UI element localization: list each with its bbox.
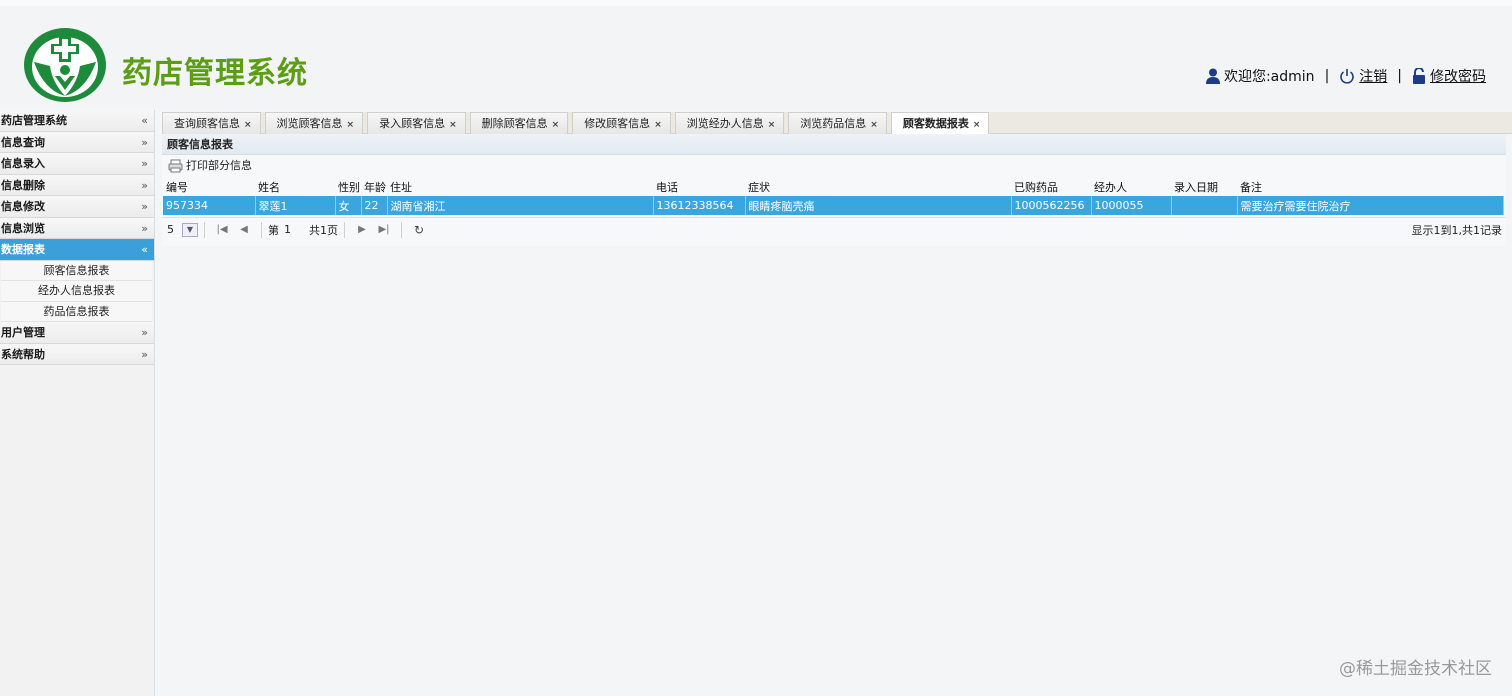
column-header[interactable]: 住址 [387, 177, 653, 196]
sidebar-item-query[interactable]: 信息查询» [0, 131, 154, 153]
close-icon[interactable]: × [449, 120, 457, 130]
close-icon[interactable]: × [870, 120, 878, 130]
close-icon[interactable]: × [654, 120, 662, 130]
separator: | [1397, 68, 1402, 84]
sidebar-item-reports[interactable]: 数据报表 « [0, 239, 154, 261]
table-cell[interactable]: 翠莲1 [255, 196, 336, 215]
sidebar-subitem-agent-report[interactable]: 经办人信息报表 [1, 281, 152, 302]
chevron-down-icon: » [141, 326, 148, 340]
power-icon[interactable] [1339, 68, 1355, 84]
next-page-icon[interactable]: ▶ [354, 224, 370, 235]
printer-icon[interactable] [168, 159, 183, 173]
divider [344, 221, 345, 238]
last-page-icon[interactable]: ▶| [376, 224, 392, 235]
refresh-icon[interactable]: ↻ [411, 223, 427, 237]
chevron-down-icon: » [141, 347, 148, 361]
table-cell[interactable]: 眼睛疼脑壳痛 [745, 196, 1012, 215]
sidebar-item-help[interactable]: 系统帮助» [0, 343, 154, 366]
table-cell[interactable]: 13612338564 [653, 196, 746, 215]
page-size-select[interactable]: 5 ▼ [167, 222, 198, 238]
sidebar-item-delete[interactable]: 信息删除» [0, 174, 154, 196]
watermark: @稀土掘金技术社区 [1339, 659, 1492, 679]
tab-customer-report[interactable]: 顾客数据报表 × [890, 112, 990, 134]
chevron-down-icon[interactable]: ▼ [182, 222, 198, 237]
chevron-down-icon: » [141, 135, 148, 149]
pharmacy-logo [24, 28, 106, 102]
logout-link[interactable]: 注销 [1359, 66, 1387, 86]
tab-bar: 查询顾客信息 × 浏览顾客信息 × 录入顾客信息 × 删除顾客信息 × 修改顾客信息 × … [162, 112, 1512, 134]
sidebar: 药店管理系统 « 信息查询» 信息录入» 信息删除» 信息修改» 信息浏览» 数据… [0, 110, 155, 696]
divider [261, 221, 262, 238]
collapse-icon[interactable]: « [141, 110, 148, 131]
column-header[interactable]: 编号 [163, 177, 255, 196]
page-prefix: 第 [268, 223, 279, 237]
chevron-down-icon: » [141, 178, 148, 192]
user-icon [1205, 68, 1220, 84]
customer-table: 编号 姓名 性别 年龄 住址 电话 症状 已购药品 经办人 录入日期 备注 95… [163, 177, 1504, 215]
sidebar-item-users[interactable]: 用户管理» [0, 322, 154, 344]
print-button[interactable]: 打印部分信息 [186, 155, 252, 177]
column-header[interactable]: 备注 [1237, 177, 1503, 196]
table-cell[interactable]: 957334 [163, 196, 256, 215]
column-header[interactable]: 电话 [653, 177, 745, 196]
sidebar-item-root[interactable]: 药店管理系统 « [0, 110, 154, 132]
table-cell[interactable] [1171, 196, 1238, 215]
column-header[interactable]: 经办人 [1091, 177, 1171, 196]
total-pages: 共1页 [309, 223, 338, 237]
change-password-link[interactable]: 修改密码 [1430, 66, 1486, 86]
separator: | [1324, 68, 1330, 84]
tab-delete-customer[interactable]: 删除顾客信息 × [469, 112, 569, 134]
chevron-down-icon: » [141, 221, 148, 235]
sidebar-subitem-drug-report[interactable]: 药品信息报表 [1, 301, 152, 323]
table-cell[interactable]: 1000562256 [1011, 196, 1092, 215]
sidebar-item-entry[interactable]: 信息录入» [0, 153, 154, 175]
system-title: 药店管理系统 [122, 56, 308, 91]
chevron-up-icon: « [141, 243, 148, 256]
page-number-input[interactable]: 1 [279, 223, 309, 236]
table-row[interactable]: 957334 翠莲1 女 22 湖南省湘江 13612338564 眼睛疼脑壳痛… [163, 196, 1504, 215]
tab-query-customer[interactable]: 查询顾客信息 × [162, 112, 261, 134]
page-size-value: 5 [167, 223, 174, 236]
chevron-down-icon: » [141, 200, 148, 213]
table-cell[interactable]: 湖南省湘江 [387, 196, 654, 215]
table-cell[interactable]: 1000055 [1091, 196, 1172, 215]
table-header-row: 编号 姓名 性别 年龄 住址 电话 症状 已购药品 经办人 录入日期 备注 [163, 177, 1503, 196]
pagination-bar: 5 ▼ |◀ ◀ 第 1 共1页 ▶ ▶| ↻ 显示1到1,共1记录 [162, 217, 1506, 241]
prev-page-icon[interactable]: ◀ [236, 224, 252, 235]
tab-browse-customer[interactable]: 浏览顾客信息 × [264, 112, 364, 134]
column-header[interactable]: 录入日期 [1171, 177, 1237, 196]
chevron-down-icon: » [141, 157, 148, 170]
record-summary: 显示1到1,共1记录 [1411, 223, 1503, 237]
column-header[interactable]: 已购药品 [1011, 177, 1091, 196]
column-header[interactable]: 性别 [335, 177, 361, 196]
table-cell[interactable]: 22 [361, 196, 388, 215]
sidebar-subitem-customer-report[interactable]: 顾客信息报表 [1, 260, 152, 282]
unlock-icon[interactable] [1412, 68, 1426, 84]
sidebar-item-browse[interactable]: 信息浏览» [0, 217, 154, 239]
column-header[interactable]: 年龄 [361, 177, 387, 196]
panel-title: 顾客信息报表 [162, 134, 1506, 155]
tab-browse-agent[interactable]: 浏览经办人信息 × [674, 112, 785, 134]
divider [401, 221, 402, 238]
column-header[interactable]: 症状 [745, 177, 1011, 196]
first-page-icon[interactable]: |◀ [214, 224, 230, 235]
sidebar-item-modify[interactable]: 信息修改» [0, 196, 154, 218]
table-cell[interactable]: 女 [335, 196, 362, 215]
tab-browse-drug[interactable]: 浏览药品信息 × [788, 112, 887, 134]
close-icon[interactable]: × [347, 120, 355, 130]
user-toolbar: 欢迎您:admin | 注销 | 修改密码 [1205, 66, 1486, 86]
column-header[interactable]: 姓名 [255, 177, 335, 196]
welcome-text: 欢迎您:admin [1223, 69, 1315, 85]
close-icon[interactable]: × [552, 120, 560, 130]
divider [204, 221, 205, 238]
table-cell[interactable]: 需要治疗需要住院治疗 [1237, 196, 1504, 215]
panel-toolbar: 打印部分信息 [162, 155, 1506, 177]
report-panel: 顾客信息报表 打印部分信息 编号 姓名 性别 年龄 住址 电话 症状 已购药品 … [162, 134, 1506, 246]
tab-entry-customer[interactable]: 录入顾客信息 × [367, 112, 466, 134]
tab-modify-customer[interactable]: 修改顾客信息 × [572, 112, 671, 134]
close-icon[interactable]: × [768, 120, 776, 130]
app-header: 药店管理系统 欢迎您:admin | 注销 | 修改密码 [0, 0, 1512, 108]
close-icon[interactable]: × [244, 120, 252, 130]
close-icon[interactable]: × [973, 120, 981, 130]
